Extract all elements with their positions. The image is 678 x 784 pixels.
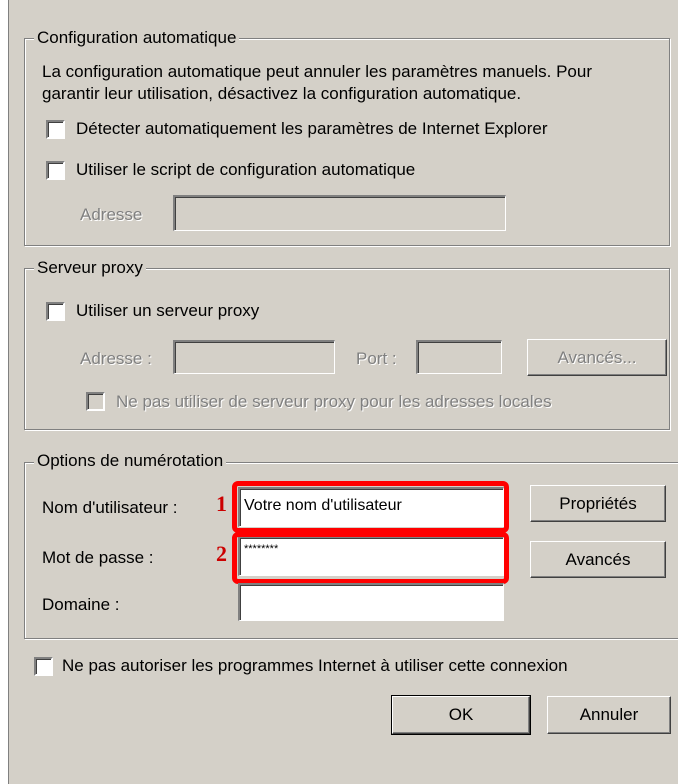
ok-button[interactable]: OK: [391, 695, 531, 735]
use-proxy-label[interactable]: Utiliser un serveur proxy: [76, 301, 259, 321]
proxy-port-label: Port :: [356, 349, 397, 368]
bypass-local-label: Ne pas utiliser de serveur proxy pour le…: [116, 392, 552, 411]
proxy-port-input[interactable]: [416, 340, 502, 374]
proxy-legend: Serveur proxy: [34, 258, 146, 278]
marker-2: 2: [216, 541, 227, 566]
auto-config-description-line2: garantir leur utilisation, désactivez la…: [42, 84, 522, 103]
auto-config-description-line1: La configuration automatique peut annule…: [42, 62, 593, 81]
detect-settings-label[interactable]: Détecter automatiquement les paramètres …: [76, 119, 548, 139]
proxy-address-label: Adresse :: [80, 349, 152, 368]
username-highlight: [232, 481, 509, 533]
dialing-legend: Options de numérotation: [34, 451, 227, 471]
username-label: Nom d'utilisateur :: [42, 498, 178, 517]
auto-config-legend: Configuration automatique: [34, 28, 240, 48]
use-proxy-checkbox[interactable]: [46, 302, 65, 321]
cancel-button[interactable]: Annuler: [547, 696, 671, 734]
auto-script-label[interactable]: Utiliser le script de configuration auto…: [76, 160, 415, 180]
disallow-programs-label[interactable]: Ne pas autoriser les programmes Internet…: [62, 656, 568, 676]
disallow-programs-checkbox[interactable]: [34, 657, 53, 676]
marker-1: 1: [216, 491, 227, 516]
password-highlight: [232, 532, 509, 584]
detect-settings-checkbox[interactable]: [46, 120, 65, 139]
password-label: Mot de passe :: [42, 548, 154, 567]
domain-input[interactable]: [238, 583, 504, 621]
bypass-local-checkbox[interactable]: [86, 392, 105, 411]
properties-button[interactable]: Propriétés: [530, 485, 666, 522]
auto-script-checkbox[interactable]: [46, 161, 65, 180]
proxy-address-input[interactable]: [173, 340, 335, 374]
auto-address-input[interactable]: [173, 195, 506, 231]
auto-address-label: Adresse: [80, 205, 143, 224]
domain-label: Domaine :: [42, 595, 120, 614]
proxy-advanced-button[interactable]: Avancés...: [527, 339, 667, 376]
dialing-advanced-button[interactable]: Avancés: [530, 541, 666, 578]
window-left-edge: [0, 0, 9, 784]
